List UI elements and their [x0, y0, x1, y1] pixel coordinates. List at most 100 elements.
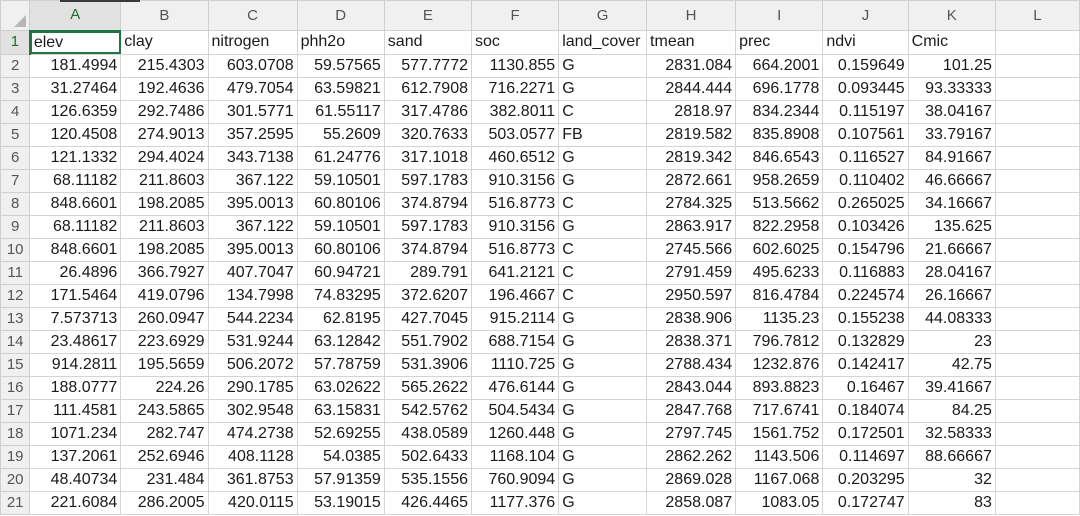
- cell-b20[interactable]: 231.484: [120, 467, 209, 492]
- cell-g4[interactable]: C: [558, 99, 648, 124]
- cell-c2[interactable]: 603.0708: [207, 53, 298, 78]
- cell-f19[interactable]: 1168.104: [470, 444, 560, 469]
- cell-k13[interactable]: 44.08333: [907, 306, 996, 331]
- cell-a21[interactable]: 221.6084: [29, 490, 122, 515]
- cell-b15[interactable]: 195.5659: [120, 352, 209, 377]
- cell-i11[interactable]: 495.6233: [735, 260, 824, 285]
- cell-d11[interactable]: 60.94721: [296, 260, 385, 285]
- cell-g3[interactable]: G: [558, 76, 648, 101]
- cell-f6[interactable]: 460.6512: [470, 145, 560, 170]
- row-header[interactable]: 3: [0, 76, 31, 101]
- row-header[interactable]: 6: [0, 145, 31, 170]
- cell-i8[interactable]: 513.5662: [735, 191, 824, 216]
- row-header[interactable]: 12: [0, 283, 31, 308]
- cell-c14[interactable]: 531.9244: [207, 329, 298, 354]
- cell-k18[interactable]: 32.58333: [907, 421, 996, 446]
- cell-h13[interactable]: 2838.906: [646, 306, 737, 331]
- cell-e5[interactable]: 320.7633: [383, 122, 473, 147]
- cell-e16[interactable]: 565.2622: [383, 375, 473, 400]
- cell-d17[interactable]: 63.15831: [296, 398, 385, 423]
- cell-i9[interactable]: 822.2958: [735, 214, 824, 239]
- cell-g9[interactable]: G: [558, 214, 648, 239]
- cell-l13[interactable]: [994, 306, 1080, 331]
- column-header-h[interactable]: H: [646, 0, 737, 31]
- cell-a13[interactable]: 7.573713: [29, 306, 122, 331]
- cell-c4[interactable]: 301.5771: [207, 99, 298, 124]
- cell-b14[interactable]: 223.6929: [120, 329, 209, 354]
- cell-b13[interactable]: 260.0947: [120, 306, 209, 331]
- cell-d14[interactable]: 63.12842: [296, 329, 385, 354]
- cell-j10[interactable]: 0.154796: [822, 237, 909, 262]
- cell-l12[interactable]: [994, 283, 1080, 308]
- cell-j3[interactable]: 0.093445: [822, 76, 909, 101]
- cell-f8[interactable]: 516.8773: [470, 191, 560, 216]
- cell-j16[interactable]: 0.16467: [822, 375, 909, 400]
- cell-f17[interactable]: 504.5434: [470, 398, 560, 423]
- cell-d4[interactable]: 61.55117: [296, 99, 385, 124]
- cell-c9[interactable]: 367.122: [207, 214, 298, 239]
- cell-d5[interactable]: 55.2609: [296, 122, 385, 147]
- cell-l4[interactable]: [994, 99, 1080, 124]
- cell-f14[interactable]: 688.7154: [470, 329, 560, 354]
- cell-j14[interactable]: 0.132829: [822, 329, 909, 354]
- cell-h16[interactable]: 2843.044: [646, 375, 737, 400]
- cell-j2[interactable]: 0.159649: [822, 53, 909, 78]
- cell-g13[interactable]: G: [558, 306, 648, 331]
- cell-b11[interactable]: 366.7927: [120, 260, 209, 285]
- cell-f12[interactable]: 196.4667: [470, 283, 560, 308]
- cell-h21[interactable]: 2858.087: [646, 490, 737, 515]
- cell-l2[interactable]: [994, 53, 1080, 78]
- row-header[interactable]: 7: [0, 168, 31, 193]
- row-header[interactable]: 10: [0, 237, 31, 262]
- cell-d6[interactable]: 61.24776: [296, 145, 385, 170]
- column-header-d[interactable]: D: [296, 0, 385, 31]
- cell-b8[interactable]: 198.2085: [120, 191, 209, 216]
- cell-c3[interactable]: 479.7054: [207, 76, 298, 101]
- cell-d15[interactable]: 57.78759: [296, 352, 385, 377]
- cell-f5[interactable]: 503.0577: [470, 122, 560, 147]
- cell-c15[interactable]: 506.2072: [207, 352, 298, 377]
- column-header-e[interactable]: E: [383, 0, 473, 31]
- cell-j8[interactable]: 0.265025: [822, 191, 909, 216]
- cell-h18[interactable]: 2797.745: [646, 421, 737, 446]
- cell-c17[interactable]: 302.9548: [207, 398, 298, 423]
- cell-l17[interactable]: [994, 398, 1080, 423]
- cell-g16[interactable]: G: [558, 375, 648, 400]
- row-header[interactable]: 16: [0, 375, 31, 400]
- cell-e17[interactable]: 542.5762: [383, 398, 473, 423]
- cell-j15[interactable]: 0.142417: [822, 352, 909, 377]
- cell-k1[interactable]: Cmic: [907, 30, 996, 55]
- row-header[interactable]: 18: [0, 421, 31, 446]
- cell-d1[interactable]: phh2o: [296, 30, 385, 55]
- cell-a10[interactable]: 848.6601: [29, 237, 122, 262]
- cell-h20[interactable]: 2869.028: [646, 467, 737, 492]
- cell-i5[interactable]: 835.8908: [735, 122, 824, 147]
- cell-f15[interactable]: 1110.725: [470, 352, 560, 377]
- cell-a20[interactable]: 48.40734: [29, 467, 122, 492]
- cell-i4[interactable]: 834.2344: [735, 99, 824, 124]
- cell-l15[interactable]: [994, 352, 1080, 377]
- cell-g7[interactable]: G: [558, 168, 648, 193]
- cell-l1[interactable]: [994, 30, 1080, 55]
- cell-i10[interactable]: 602.6025: [735, 237, 824, 262]
- cell-l7[interactable]: [994, 168, 1080, 193]
- cell-b5[interactable]: 274.9013: [120, 122, 209, 147]
- cell-e6[interactable]: 317.1018: [383, 145, 473, 170]
- cell-k21[interactable]: 83: [907, 490, 996, 515]
- row-header[interactable]: 8: [0, 191, 31, 216]
- cell-b3[interactable]: 192.4636: [120, 76, 209, 101]
- cell-e7[interactable]: 597.1783: [383, 168, 473, 193]
- cell-i2[interactable]: 664.2001: [735, 53, 824, 78]
- cell-e4[interactable]: 317.4786: [383, 99, 473, 124]
- cell-k11[interactable]: 28.04167: [907, 260, 996, 285]
- cell-l5[interactable]: [994, 122, 1080, 147]
- cell-d12[interactable]: 74.83295: [296, 283, 385, 308]
- column-header-c[interactable]: C: [207, 0, 298, 31]
- cell-j18[interactable]: 0.172501: [822, 421, 909, 446]
- cell-d20[interactable]: 57.91359: [296, 467, 385, 492]
- cell-c11[interactable]: 407.7047: [207, 260, 298, 285]
- row-header[interactable]: 9: [0, 214, 31, 239]
- cell-a17[interactable]: 111.4581: [29, 398, 122, 423]
- cell-k8[interactable]: 34.16667: [907, 191, 996, 216]
- cell-g14[interactable]: G: [558, 329, 648, 354]
